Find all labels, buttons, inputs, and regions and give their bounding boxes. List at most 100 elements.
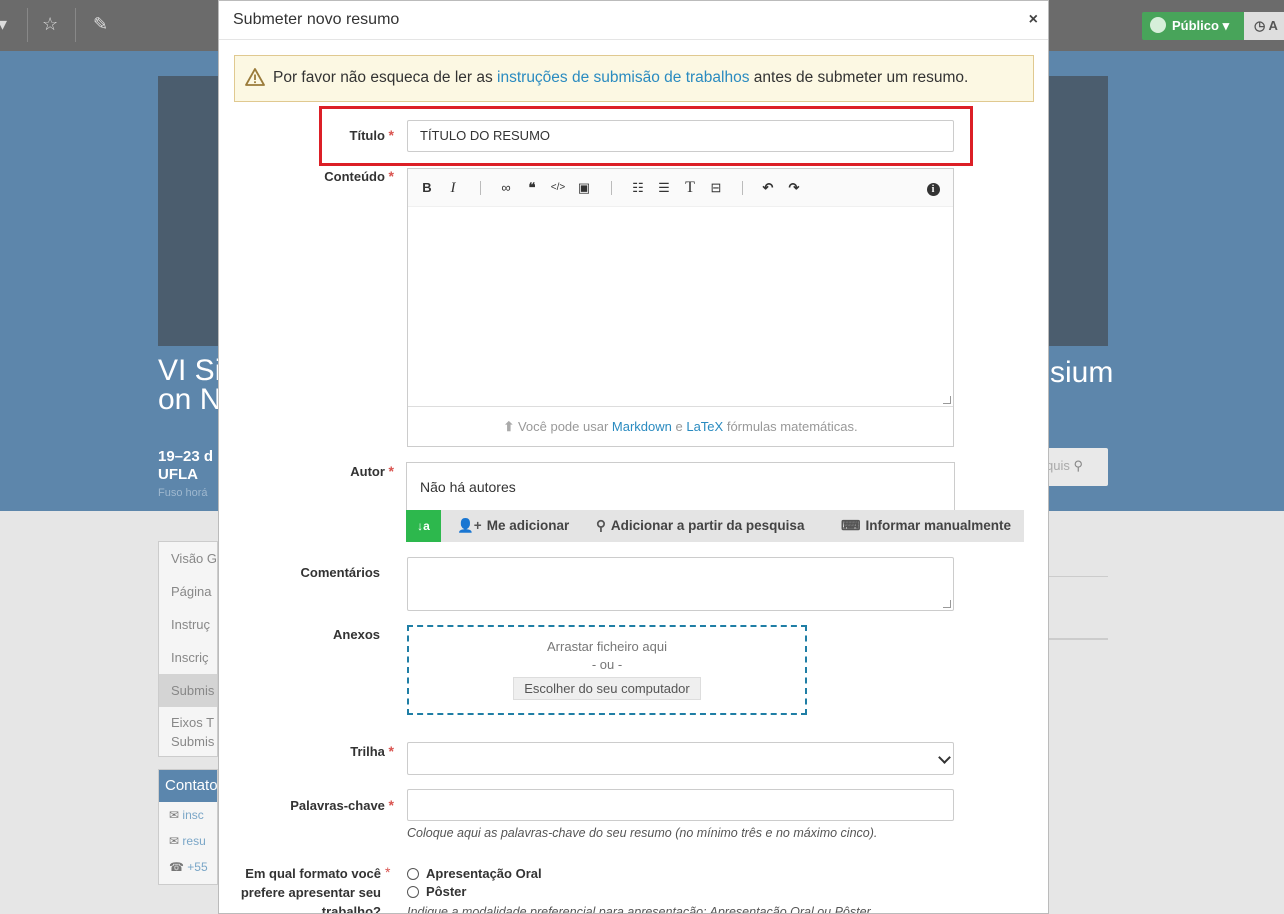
keywords-input[interactable]	[407, 789, 954, 821]
format-option-label: Apresentação Oral	[426, 866, 542, 881]
format-help: Indique a modalidade preferencial para a…	[407, 905, 874, 914]
undo-icon[interactable]: ↶	[758, 178, 778, 198]
instructions-link[interactable]: instruções de submisão de trabalhos	[497, 69, 749, 86]
required-mark: *	[388, 463, 394, 479]
search-icon: ⚲	[596, 518, 606, 533]
toolbar-separator	[611, 181, 612, 195]
modal-title: Submeter novo resumo	[233, 11, 400, 28]
link-icon[interactable]: ∞	[496, 178, 516, 198]
modal-header: Submeter novo resumo	[219, 1, 1048, 40]
edit-icon[interactable]: ✎	[93, 14, 108, 35]
author-label-text: Autor	[350, 464, 385, 479]
search-icon[interactable]: ⚲	[1073, 458, 1083, 473]
content-label: Conteúdo *	[259, 167, 394, 186]
event-place: UFLA	[158, 466, 198, 483]
editor-footer-and: e	[671, 419, 687, 434]
title-label-text: Título	[349, 128, 385, 143]
dropzone-or: - ou -	[591, 657, 623, 672]
event-date: 19–23 d UFLA	[158, 448, 213, 484]
ordered-list-icon[interactable]: ☷	[628, 178, 648, 198]
content-editor: B I ∞ ❝ </> ▣ ☷ ☰ T ⊟ ↶ ↷ i ⬆ Você pode …	[407, 168, 954, 447]
resize-handle-icon[interactable]	[943, 396, 951, 404]
warning-alert: Por favor não esqueca de ler as instruçõ…	[234, 55, 1034, 102]
latex-link[interactable]: LaTeX	[686, 419, 723, 434]
author-actions: ↓a 👤+ Me adicionar ⚲ Adicionar a partir da…	[406, 510, 1024, 542]
radio-icon	[407, 886, 419, 898]
star-icon[interactable]: ☆	[42, 14, 58, 35]
mail-icon: ✉	[169, 834, 180, 848]
caret-down-icon[interactable]: ▾	[0, 14, 7, 35]
sidebar-nav: Visão G Página Instruç Inscriç Submis Ei…	[158, 541, 218, 757]
quote-icon[interactable]: ❝	[522, 178, 542, 198]
title-input[interactable]: TÍTULO DO RESUMO	[407, 120, 954, 152]
event-timezone: Fuso horá	[158, 487, 208, 499]
sidebar-item[interactable]: Visão G	[159, 542, 217, 575]
format-option-poster[interactable]: Pôster	[407, 884, 466, 899]
contact-email[interactable]: ✉ resu	[159, 828, 217, 854]
redo-icon[interactable]: ↷	[784, 178, 804, 198]
editor-footer-text: Você pode usar	[517, 419, 612, 434]
comments-textarea[interactable]	[407, 557, 954, 611]
add-me-button[interactable]: 👤+ Me adicionar	[457, 510, 569, 542]
sidebar-item[interactable]: Instruç	[159, 608, 217, 641]
keyboard-icon: ⌨	[841, 518, 861, 533]
add-me-label: Me adicionar	[486, 518, 570, 533]
track-select[interactable]	[407, 742, 954, 775]
resize-handle-icon[interactable]	[943, 600, 951, 608]
add-from-search-button[interactable]: ⚲ Adicionar a partir da pesquisa	[596, 510, 804, 542]
sidebar-item[interactable]: Eixos T Submis	[159, 707, 217, 755]
search-placeholder: quis	[1046, 458, 1070, 473]
title-label: Título *	[259, 126, 394, 145]
code-icon[interactable]: </>	[548, 178, 568, 198]
sort-icon[interactable]: ↓a	[406, 510, 441, 542]
toolbar-separator	[480, 181, 481, 195]
arrow-up-icon: ⬆	[503, 419, 515, 434]
event-title-right: sium	[1050, 356, 1114, 389]
clock-button[interactable]: ◷ A	[1244, 12, 1284, 40]
add-user-icon: 👤+	[457, 518, 482, 533]
attachments-label: Anexos	[333, 627, 380, 642]
editor-toolbar: B I ∞ ❝ </> ▣ ☷ ☰ T ⊟ ↶ ↷ i	[408, 169, 953, 207]
sidebar-item[interactable]: Inscriç	[159, 641, 217, 674]
format-option-oral[interactable]: Apresentação Oral	[407, 866, 542, 881]
chevron-down-icon	[938, 751, 951, 764]
divider	[1048, 638, 1108, 640]
required-mark: *	[388, 168, 394, 184]
format-label: Em qual formato você prefere apresentar …	[240, 866, 381, 914]
public-button[interactable]: Público ▾	[1142, 12, 1244, 40]
close-icon[interactable]: ×	[1029, 11, 1038, 29]
toolbar-separator	[742, 181, 743, 195]
info-icon[interactable]: i	[923, 178, 943, 198]
sidebar-item[interactable]: Página	[159, 575, 217, 608]
italic-icon[interactable]: I	[443, 178, 463, 198]
event-title-line2: on N	[158, 383, 222, 416]
add-from-search-label: Adicionar a partir da pesquisa	[610, 518, 805, 533]
contact-phone[interactable]: ☎ +55	[159, 854, 217, 880]
required-mark: *	[388, 127, 394, 143]
file-dropzone[interactable]: Arrastar ficheiro aqui - ou - Escolher d…	[407, 625, 807, 715]
format-option-label: Pôster	[426, 884, 467, 899]
markdown-link[interactable]: Markdown	[612, 419, 672, 434]
required-mark: *	[388, 797, 394, 813]
mail-icon: ✉	[169, 808, 180, 822]
manual-entry-button[interactable]: ⌨ Informar manualmente	[841, 510, 1011, 542]
editor-textarea[interactable]	[408, 207, 953, 407]
track-label: Trilha *	[259, 742, 394, 761]
search-field[interactable]: quis ⚲	[1040, 448, 1108, 486]
bold-icon[interactable]: B	[417, 178, 437, 198]
content-label-text: Conteúdo	[324, 169, 385, 184]
public-label: Público	[1172, 18, 1219, 33]
image-icon[interactable]: ▣	[574, 178, 594, 198]
contact-email-text: insc	[182, 808, 204, 822]
heading-icon[interactable]: T	[680, 178, 700, 198]
manual-entry-label: Informar manualmente	[865, 518, 1012, 533]
sidebar-item-active[interactable]: Submis	[159, 674, 217, 707]
unordered-list-icon[interactable]: ☰	[654, 178, 674, 198]
editor-footer: ⬆ Você pode usar Markdown e LaTeX fórmul…	[408, 407, 953, 446]
choose-file-button[interactable]: Escolher do seu computador	[513, 677, 701, 700]
contact-phone-text: +55	[187, 860, 208, 874]
contact-email[interactable]: ✉ insc	[159, 802, 217, 828]
alert-text-end: antes de submeter um resumo.	[749, 69, 969, 86]
horizontal-rule-icon[interactable]: ⊟	[706, 178, 726, 198]
radio-icon	[407, 868, 419, 880]
